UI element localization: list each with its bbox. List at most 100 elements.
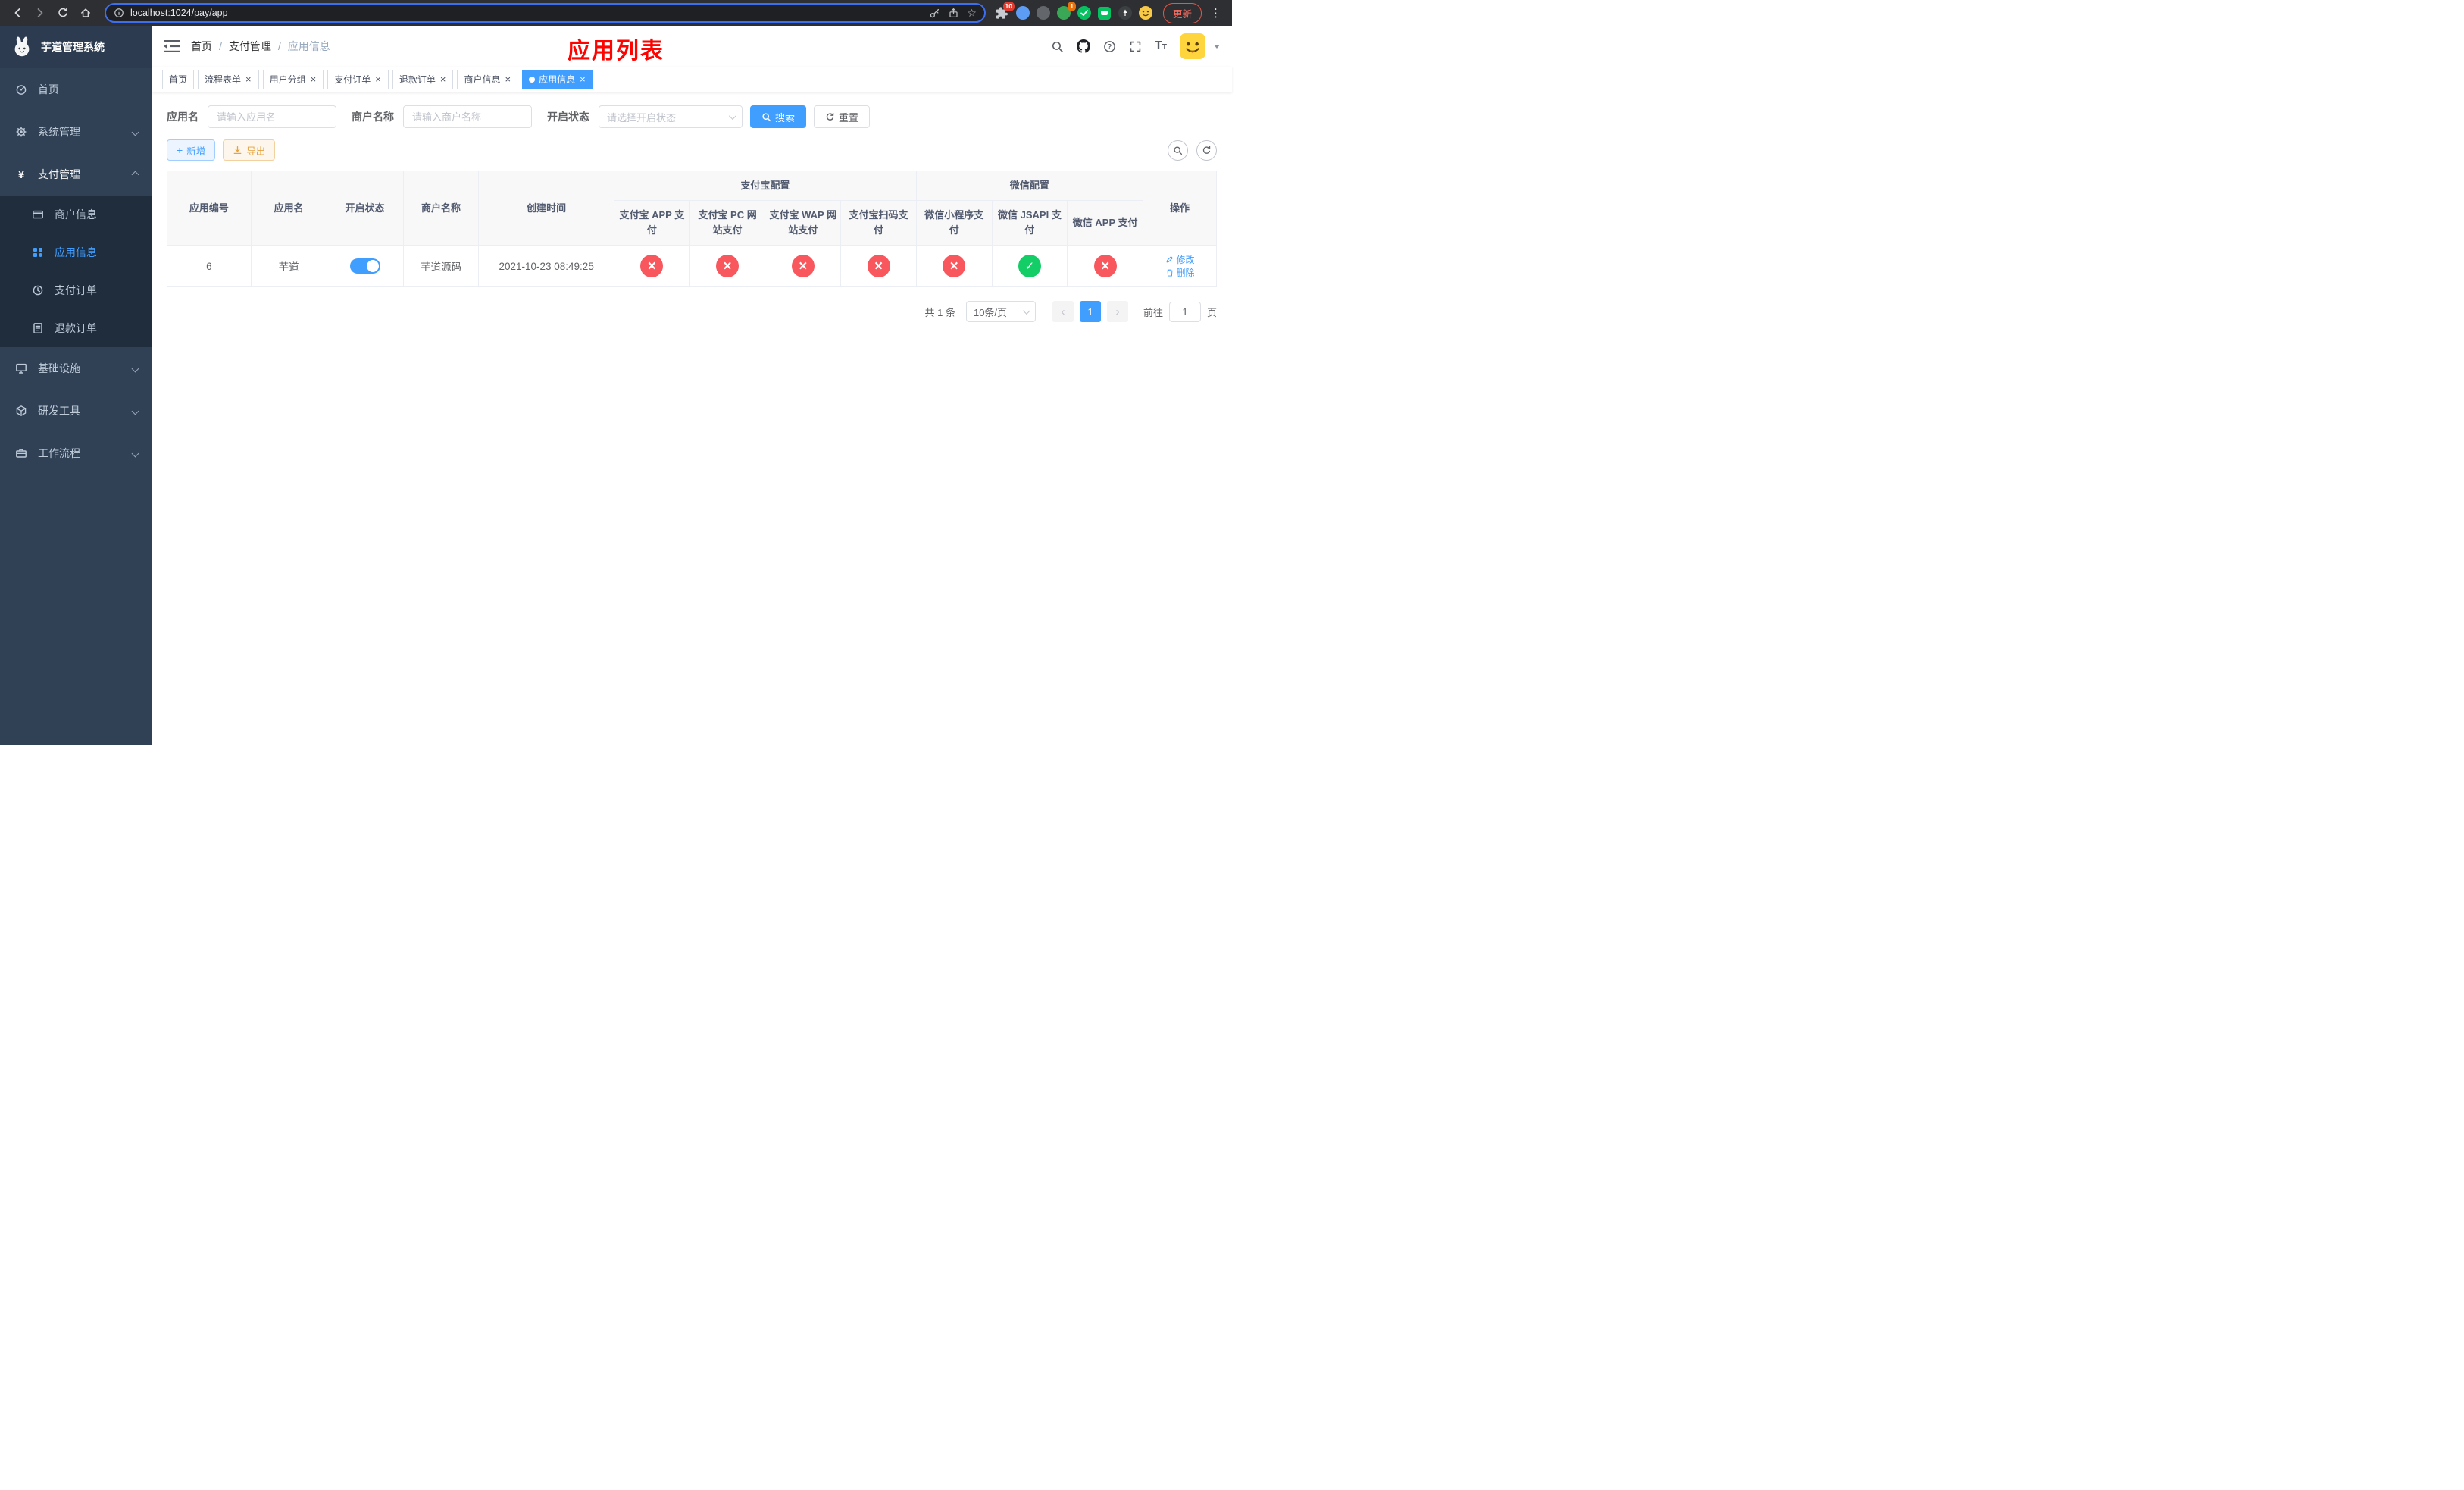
app-name-input[interactable]	[208, 105, 336, 128]
search-icon[interactable]	[1051, 40, 1064, 53]
reset-button-label: 重置	[839, 111, 859, 124]
sidebar-item-label: 支付订单	[55, 284, 97, 296]
search-button-label: 搜索	[775, 111, 796, 124]
status-select[interactable]: 请选择开启状态	[599, 105, 743, 128]
sidebar-item-label: 工作流程	[38, 447, 80, 459]
table-toolbar: + 新增 导出	[167, 139, 1217, 161]
extension-icon-wechat[interactable]	[1077, 5, 1092, 20]
caret-down-icon[interactable]	[1214, 44, 1220, 49]
page-number-button[interactable]: 1	[1079, 301, 1101, 323]
browser-refresh-icon[interactable]	[53, 3, 73, 23]
reset-button[interactable]: 重置	[814, 105, 871, 128]
avatar[interactable]	[1180, 33, 1205, 59]
sidebar-toggle-icon[interactable]	[164, 39, 180, 53]
search-button[interactable]: 搜索	[750, 105, 807, 128]
sidebar-item-label: 退款订单	[55, 322, 97, 334]
github-icon[interactable]	[1077, 39, 1091, 53]
browser-home-icon[interactable]	[76, 3, 95, 23]
page-content: 应用名 商户名称 开启状态 请选择开启状态 搜索 重置	[152, 92, 1232, 745]
extension-icon-dark[interactable]	[1036, 5, 1051, 20]
close-icon[interactable]: ×	[504, 74, 511, 84]
refresh-table-button[interactable]	[1196, 139, 1217, 161]
sidebar-item-payment[interactable]: ¥ 支付管理	[0, 153, 152, 196]
merchant-name-input[interactable]	[403, 105, 532, 128]
tab-pay-order[interactable]: 支付订单 ×	[327, 69, 389, 89]
sidebar-item-workflow[interactable]: 工作流程	[0, 432, 152, 474]
sidebar-item-refund-order[interactable]: 退款订单	[0, 309, 152, 347]
tab-user-group[interactable]: 用户分组 ×	[262, 69, 324, 89]
extension-icon-pin[interactable]	[1118, 5, 1133, 20]
status-toggle[interactable]	[349, 258, 380, 274]
sidebar-item-dev-tools[interactable]: 研发工具	[0, 390, 152, 432]
breadcrumb-home[interactable]: 首页	[191, 39, 212, 54]
share-icon[interactable]	[948, 8, 959, 19]
col-group-alipay: 支付宝配置	[613, 170, 917, 202]
merchant-name-label: 商户名称	[352, 111, 394, 123]
export-button[interactable]: 导出	[223, 139, 276, 161]
address-bar[interactable]: localhost:1024/pay/app ☆	[105, 3, 986, 23]
breadcrumb-current: 应用信息	[287, 40, 330, 52]
close-icon[interactable]: ×	[374, 74, 382, 84]
password-key-icon[interactable]	[929, 8, 940, 19]
header-actions: ?	[1051, 33, 1220, 59]
close-icon[interactable]: ×	[579, 74, 586, 84]
font-size-icon[interactable]	[1155, 39, 1167, 53]
app-logo: 芋道管理系统	[0, 26, 152, 68]
bookmark-star-icon[interactable]: ☆	[967, 8, 977, 18]
tab-label: 首页	[169, 74, 188, 85]
col-header-alipay-qr: 支付宝扫码支付	[840, 200, 917, 246]
extension-icon-emoji[interactable]	[1138, 5, 1153, 20]
next-page-button[interactable]	[1106, 301, 1128, 323]
extensions-puzzle-icon[interactable]: 10	[995, 2, 1015, 20]
sidebar-item-infrastructure[interactable]: 基础设施	[0, 347, 152, 390]
col-header-wechat-mini: 微信小程序支付	[915, 200, 993, 246]
browser-forward-icon[interactable]	[30, 3, 50, 23]
sidebar-item-home[interactable]: 首页	[0, 68, 152, 111]
toggle-search-button[interactable]	[1168, 139, 1188, 161]
edit-button[interactable]: 修改	[1165, 253, 1195, 266]
chevron-up-icon	[131, 171, 139, 178]
browser-menu-icon[interactable]: ⋮	[1207, 6, 1224, 20]
sidebar-item-label: 商户信息	[55, 208, 97, 221]
tab-home[interactable]: 首页	[162, 69, 195, 89]
delete-button[interactable]: 删除	[1165, 266, 1195, 279]
tab-app-info[interactable]: 应用信息 ×	[522, 69, 593, 89]
help-icon[interactable]: ?	[1103, 40, 1116, 53]
edit-button-label: 修改	[1176, 254, 1195, 265]
tab-merchant-info[interactable]: 商户信息 ×	[457, 69, 519, 89]
browser-update-button[interactable]: 更新	[1162, 2, 1202, 23]
extension-icon-blue[interactable]	[1015, 5, 1030, 20]
chevron-down-icon	[131, 407, 139, 415]
fullscreen-icon[interactable]	[1129, 40, 1142, 53]
sidebar-item-app-info[interactable]: 应用信息	[0, 233, 152, 271]
extension-icon-chat[interactable]	[1097, 5, 1112, 20]
sidebar-item-system[interactable]: 系统管理	[0, 111, 152, 153]
total-count: 共 1 条	[924, 306, 955, 318]
close-icon[interactable]: ×	[439, 74, 447, 84]
sidebar-item-pay-order[interactable]: 支付订单	[0, 271, 152, 309]
cell-app-name: 芋道	[250, 245, 327, 288]
close-icon[interactable]: ×	[245, 74, 252, 84]
goto-page-input[interactable]	[1168, 301, 1201, 322]
site-info-icon[interactable]	[114, 8, 124, 18]
sidebar-item-merchant-info[interactable]: 商户信息	[0, 196, 152, 233]
breadcrumb-payment[interactable]: 支付管理	[229, 39, 271, 54]
status-select-placeholder: 请选择开启状态	[607, 111, 677, 124]
extension-badge: 1	[1068, 2, 1076, 11]
cross-circle-icon	[640, 255, 664, 278]
cross-circle-icon	[867, 255, 890, 278]
tab-process-form[interactable]: 流程表单 ×	[198, 69, 259, 89]
breadcrumb-separator: /	[277, 40, 281, 52]
sidebar: 芋道管理系统 首页 系统管理 ¥ 支付管理 商户信息 应用信息 支付订单 退款订…	[0, 26, 152, 745]
close-icon[interactable]: ×	[310, 74, 317, 84]
breadcrumb: 首页 / 支付管理 / 应用信息	[191, 39, 330, 54]
export-button-label: 导出	[246, 146, 266, 157]
browser-back-icon[interactable]	[8, 3, 27, 23]
prev-page-button[interactable]	[1052, 301, 1074, 323]
svg-text:?: ?	[1108, 42, 1112, 50]
extension-icon-green-badged[interactable]: 1	[1056, 2, 1076, 20]
add-button[interactable]: + 新增	[167, 139, 216, 161]
tab-refund-order[interactable]: 退款订单 ×	[392, 69, 454, 89]
page-size-select[interactable]: 10条/页	[965, 301, 1036, 323]
col-header-wechat-jsapi: 微信 JSAPI 支付	[991, 200, 1068, 246]
